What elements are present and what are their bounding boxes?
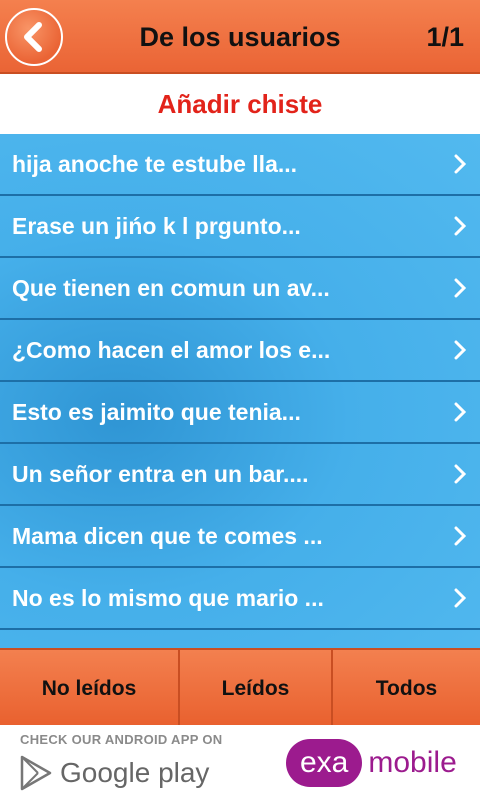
chevron-right-icon — [454, 402, 467, 422]
joke-list: hija anoche te estube lla... Erase un ji… — [0, 134, 480, 648]
exa-mobile-logo: exa mobile — [286, 738, 457, 788]
ad-banner[interactable]: CHECK OUR ANDROID APP ON Google play exa… — [0, 725, 480, 800]
chevron-left-icon — [24, 22, 42, 52]
chevron-right-icon — [454, 588, 467, 608]
list-item[interactable]: Que tienen en comun un av... — [0, 258, 480, 320]
brand-word: mobile — [368, 746, 457, 779]
list-item[interactable]: Erase un jińo k l prgunto... — [0, 196, 480, 258]
list-item-label: Mama dicen que te comes ... — [12, 523, 323, 549]
list-item-label: Esto es jaimito que tenia... — [12, 399, 301, 425]
page-title: De los usuarios — [139, 22, 341, 52]
add-joke-label: Añadir chiste — [157, 88, 323, 119]
chevron-right-icon — [454, 340, 467, 360]
list-item-label: ¿Como hacen el amor los e... — [12, 337, 331, 363]
play-store-icon — [20, 755, 52, 791]
list-item-label: Un señor entra en un bar.... — [12, 461, 309, 487]
list-item[interactable]: Mama dicen que te comes ... — [0, 506, 480, 568]
brand-pill: exa — [286, 739, 363, 787]
google-play-badge[interactable]: Google play — [20, 751, 209, 795]
back-button[interactable] — [5, 8, 63, 66]
chevron-right-icon — [454, 526, 467, 546]
list-item[interactable]: ¿Como hacen el amor los e... — [0, 320, 480, 382]
tab-all[interactable]: Todos — [333, 650, 480, 727]
tab-read[interactable]: Leídos — [180, 650, 333, 727]
chevron-right-icon — [454, 278, 467, 298]
filter-tabs: No leídos Leídos Todos — [0, 648, 480, 727]
chevron-right-icon — [454, 464, 467, 484]
list-item[interactable]: hija anoche te estube lla... — [0, 134, 480, 196]
list-item-label: hija anoche te estube lla... — [12, 151, 298, 177]
page-counter: 1/1 — [426, 22, 464, 52]
list-item[interactable]: Un señor entra en un bar.... — [0, 444, 480, 506]
list-item-label: Erase un jińo k l prgunto... — [12, 213, 301, 239]
list-item-label: Que tienen en comun un av... — [12, 275, 330, 301]
list-item-label: No es lo mismo que mario ... — [12, 585, 324, 611]
list-item[interactable]: Esto es jaimito que tenia... — [0, 382, 480, 444]
top-bar: De los usuarios 1/1 — [0, 0, 480, 74]
chevron-right-icon — [454, 154, 467, 174]
store-name: Google play — [60, 757, 210, 788]
add-joke-button[interactable]: Añadir chiste — [0, 74, 480, 134]
chevron-right-icon — [454, 216, 467, 236]
tab-unread[interactable]: No leídos — [0, 650, 180, 727]
list-item[interactable]: No es lo mismo que mario ... — [0, 568, 480, 630]
ad-caption: CHECK OUR ANDROID APP ON — [20, 732, 223, 747]
